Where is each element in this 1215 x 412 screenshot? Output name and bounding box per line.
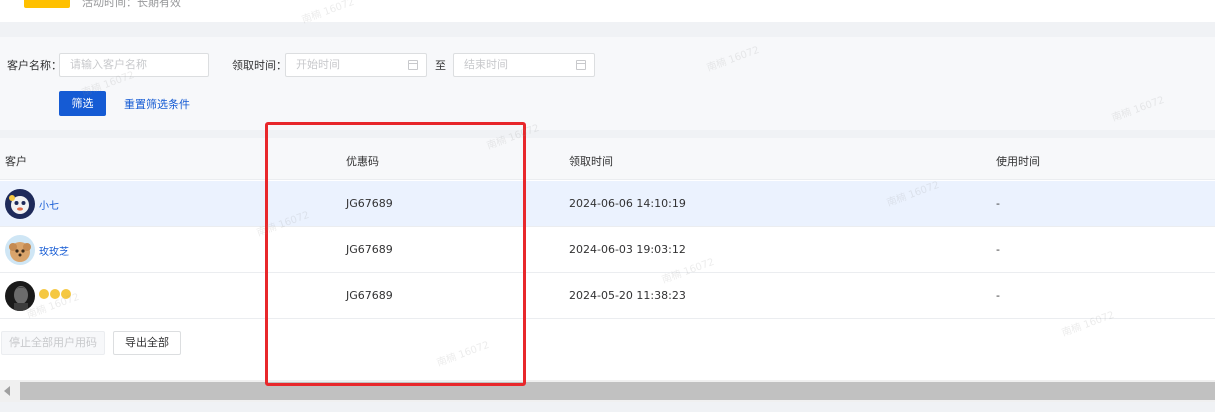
- start-time-input[interactable]: 开始时间: [285, 53, 427, 77]
- coupon-code: JG67689: [346, 197, 393, 210]
- column-coupon-code: 优惠码: [346, 155, 379, 168]
- customer-name-input[interactable]: 请输入客户名称: [59, 53, 209, 77]
- start-time-placeholder: 开始时间: [296, 58, 340, 71]
- coupon-code: JG67689: [346, 289, 393, 302]
- stop-all-codes-button[interactable]: 停止全部用户用码: [1, 331, 105, 355]
- emoji-icon: [50, 289, 60, 299]
- horizontal-scrollbar[interactable]: [0, 380, 1215, 402]
- column-receive-time: 领取时间: [569, 155, 613, 168]
- activity-time-text: 活动时间：长期有效: [82, 0, 181, 9]
- receive-time: 2024-05-20 11:38:23: [569, 289, 686, 302]
- avatar: [5, 281, 35, 311]
- scroll-left-icon[interactable]: [4, 386, 10, 396]
- column-use-time: 使用时间: [996, 155, 1040, 168]
- use-time: -: [996, 197, 1000, 210]
- scroll-thumb[interactable]: [20, 382, 1215, 400]
- table-row[interactable]: 小七 JG67689 2024-06-06 14:10:19 -: [0, 181, 1215, 227]
- table-header: 客户 优惠码 领取时间 使用时间: [0, 138, 1215, 180]
- use-time: -: [996, 243, 1000, 256]
- end-time-input[interactable]: 结束时间: [453, 53, 595, 77]
- receive-time: 2024-06-06 14:10:19: [569, 197, 686, 210]
- use-time: -: [996, 289, 1000, 302]
- receive-time: 2024-06-03 19:03:12: [569, 243, 686, 256]
- top-strip: 活动时间：长期有效: [0, 0, 1215, 22]
- coupon-code: JG67689: [346, 243, 393, 256]
- range-separator: 至: [435, 59, 446, 72]
- calendar-icon: [576, 60, 586, 70]
- column-customer: 客户: [5, 155, 27, 168]
- table-row[interactable]: JG67689 2024-05-20 11:38:23 -: [0, 273, 1215, 319]
- reset-filters-link[interactable]: 重置筛选条件: [124, 96, 190, 112]
- emoji-icon: [39, 289, 49, 299]
- avatar: [5, 189, 35, 219]
- filter-button[interactable]: 筛选: [59, 91, 106, 116]
- export-all-button[interactable]: 导出全部: [113, 331, 181, 355]
- calendar-icon: [408, 60, 418, 70]
- coupon-table: 客户 优惠码 领取时间 使用时间 小七 JG67689 2024-06-06 1…: [0, 138, 1215, 382]
- avatar: [5, 235, 35, 265]
- end-time-placeholder: 结束时间: [464, 58, 508, 71]
- customer-name-label: 客户名称：: [7, 59, 62, 72]
- table-row[interactable]: 玫玫芝 JG67689 2024-06-03 19:03:12 -: [0, 227, 1215, 273]
- customer-name-emoji[interactable]: [39, 289, 72, 300]
- activity-tag: [24, 0, 70, 8]
- receive-time-label: 领取时间：: [232, 59, 287, 72]
- customer-name-link[interactable]: 小七: [39, 197, 59, 212]
- customer-name-link[interactable]: 玫玫芝: [39, 243, 69, 258]
- filter-panel: 客户名称： 请输入客户名称 领取时间： 开始时间 至 结束时间: [0, 37, 1215, 130]
- emoji-icon: [61, 289, 71, 299]
